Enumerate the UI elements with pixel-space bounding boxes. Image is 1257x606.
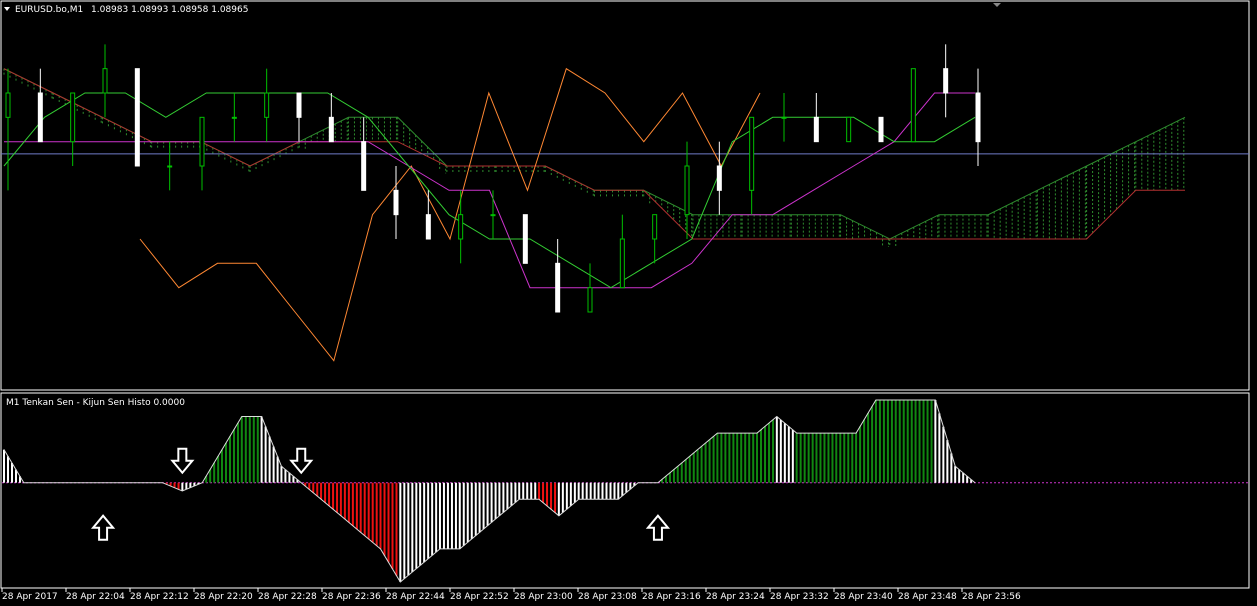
candle-body[interactable] <box>878 116 884 143</box>
candle-body[interactable] <box>167 165 173 168</box>
candle-body[interactable] <box>910 68 916 143</box>
time-tick-label: 28 Apr 22:44 <box>386 592 445 602</box>
candle-body[interactable] <box>264 92 270 118</box>
candle-body[interactable] <box>619 238 625 289</box>
time-tick-label: 28 Apr 23:40 <box>834 592 893 602</box>
time-tick-label: 28 Apr 23:56 <box>962 592 1021 602</box>
candle-body[interactable] <box>5 92 11 118</box>
time-tick-label: 28 Apr 23:32 <box>770 592 829 602</box>
time-tick-label: 28 Apr 23:08 <box>578 592 637 602</box>
candle-body[interactable] <box>102 68 108 94</box>
candle-body[interactable] <box>231 116 237 119</box>
candle-body[interactable] <box>813 116 819 143</box>
candle-body[interactable] <box>393 189 399 216</box>
candle-body[interactable] <box>716 165 722 191</box>
candle-body[interactable] <box>37 92 43 143</box>
time-tick-label: 28 Apr 23:00 <box>514 592 573 602</box>
time-tick-label: 28 Apr 22:04 <box>66 592 125 602</box>
candle-body[interactable] <box>296 92 302 118</box>
time-tick-label: 28 Apr 2017 <box>2 592 58 602</box>
time-tick-label: 28 Apr 22:28 <box>258 592 317 602</box>
indicator-label: M1 Tenkan Sen - Kijun Sen Histo 0.0000 <box>6 398 185 408</box>
candle-body[interactable] <box>361 141 367 191</box>
candle-body[interactable] <box>684 165 690 216</box>
time-tick-label: 28 Apr 22:20 <box>194 592 253 602</box>
candle-body[interactable] <box>781 116 787 119</box>
candle-body[interactable] <box>975 92 981 143</box>
time-tick-label: 28 Apr 23:16 <box>642 592 701 602</box>
time-tick-label: 28 Apr 23:24 <box>706 592 765 602</box>
candle-body[interactable] <box>425 214 431 240</box>
candle-body[interactable] <box>134 68 140 167</box>
candle-body[interactable] <box>587 287 593 313</box>
candle-body[interactable] <box>749 116 755 191</box>
candle-body[interactable] <box>943 68 949 94</box>
candle-body[interactable] <box>652 214 658 240</box>
symbol-label: EURUSD.bo,M1 <box>15 5 83 15</box>
time-tick-label: 28 Apr 22:36 <box>322 592 381 602</box>
candle-body[interactable] <box>70 92 76 143</box>
candle-body[interactable] <box>522 214 528 264</box>
chart-background <box>0 0 1257 606</box>
candle-body[interactable] <box>199 116 205 167</box>
candle-body[interactable] <box>555 262 561 313</box>
time-tick-label: 28 Apr 22:12 <box>130 592 189 602</box>
ohlc-label: 1.08983 1.08993 1.08958 1.08965 <box>91 5 248 15</box>
trading-chart[interactable]: 28 Apr 2017 28 Apr 22:04 28 Apr 22:12 28 Ap… <box>0 0 1257 606</box>
candle-body[interactable] <box>846 116 852 143</box>
time-tick-label: 28 Apr 23:48 <box>898 592 957 602</box>
candle-body[interactable] <box>328 116 334 143</box>
candle-body[interactable] <box>458 214 464 240</box>
candle-body[interactable] <box>490 214 496 217</box>
time-tick-label: 28 Apr 22:52 <box>450 592 509 602</box>
